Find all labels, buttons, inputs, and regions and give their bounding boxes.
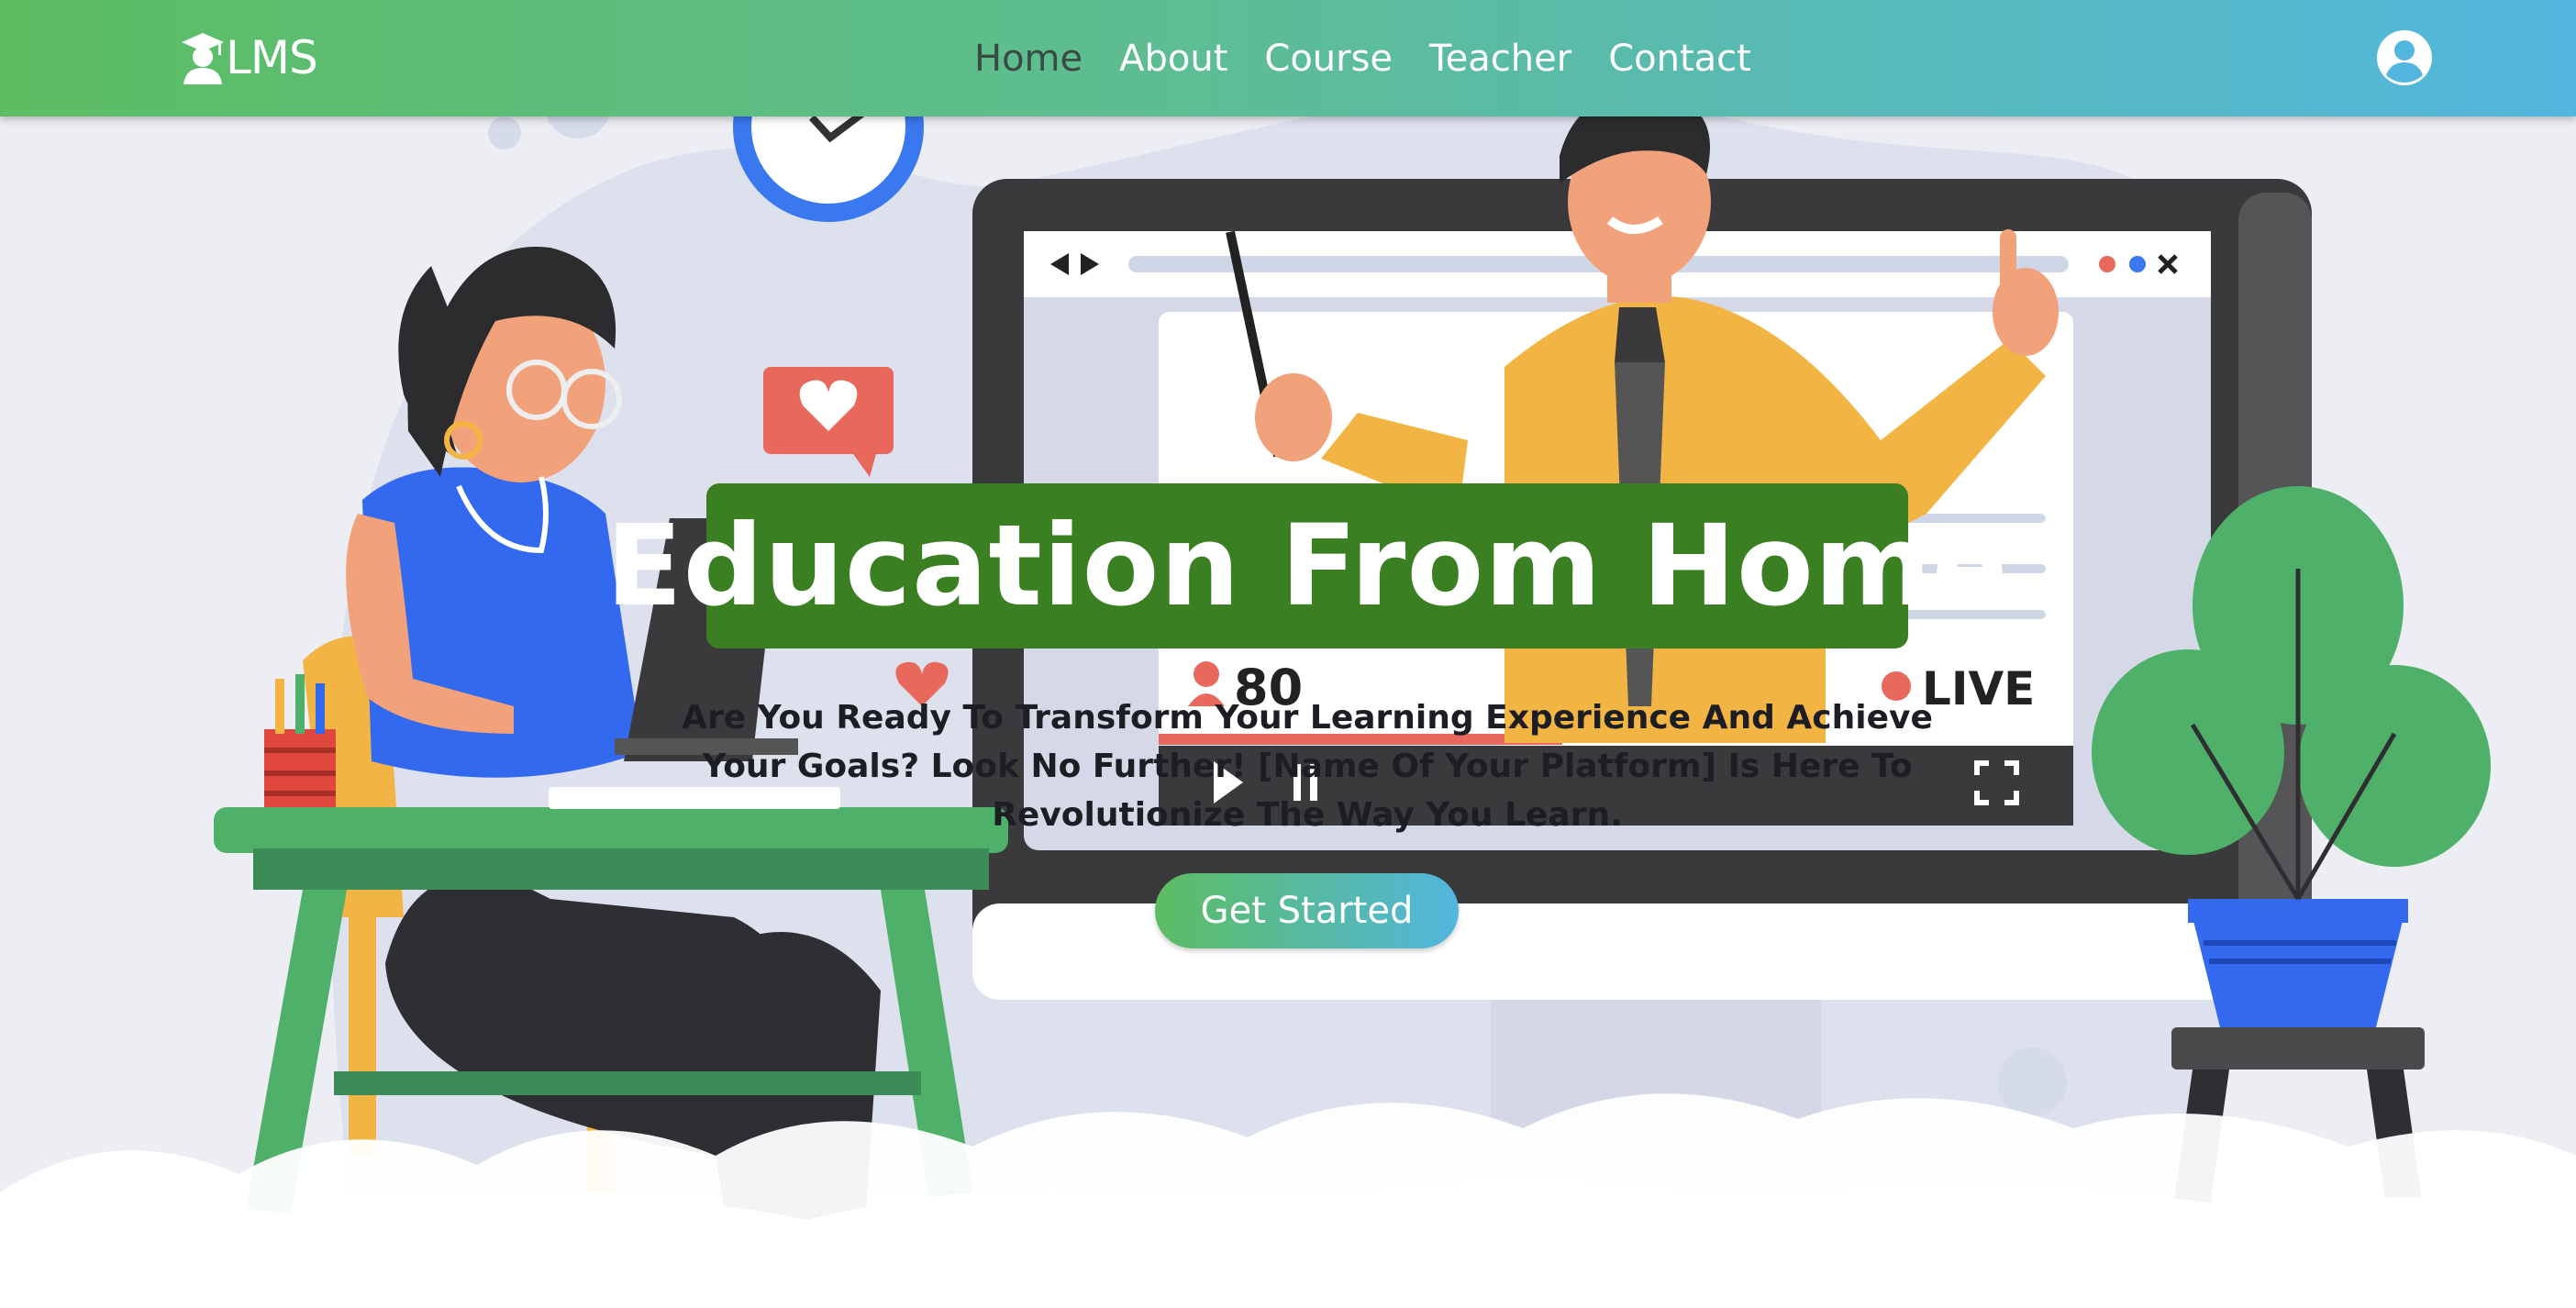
hero-subtitle: Are You Ready To Transform Your Learning… [682,699,1933,834]
hero-background-art: 80 LIVE [0,31,2576,1308]
user-circle-icon[interactable] [2376,29,2433,86]
nav-about[interactable]: About [1119,31,1227,86]
get-started-button[interactable]: Get Started [1155,873,1459,948]
nav-home[interactable]: Home [974,31,1083,86]
nav-teacher[interactable]: Teacher [1429,31,1571,86]
nav-contact[interactable]: Contact [1608,31,1751,86]
live-label-art: LIVE [1922,662,2035,715]
logo-text: LMS [226,31,318,84]
brand-logo[interactable]: LMS [180,28,318,88]
nav-course[interactable]: Course [1264,31,1393,86]
graduate-icon [182,33,224,84]
hero-illustration: 80 LIVE [0,0,2576,1308]
hero-title: Education From Home [605,483,2008,648]
top-navbar: LMS Home About Course Teacher Contact [0,0,2576,116]
main-nav: Home About Course Teacher Contact [974,31,1788,86]
